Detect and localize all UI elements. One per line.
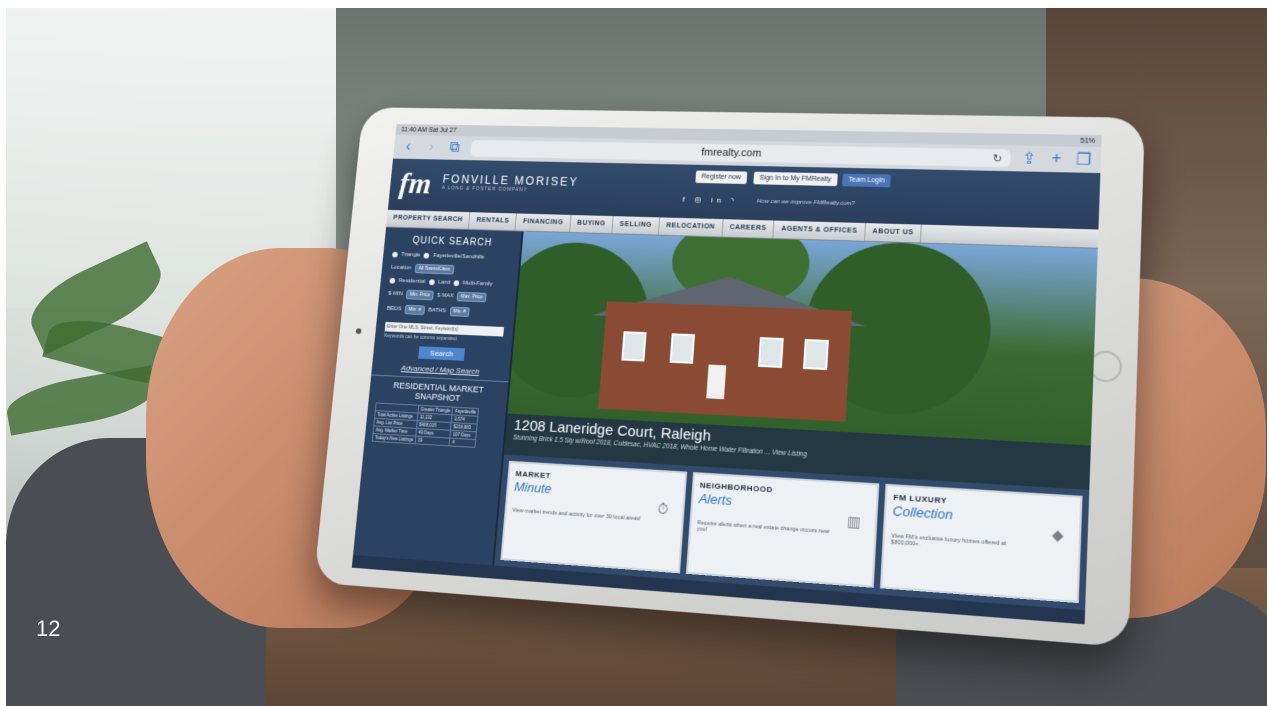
brand-tagline: A LONG & FOSTER COMPANY	[441, 185, 528, 194]
view-listing-link[interactable]: View Listing	[772, 449, 807, 458]
sign-in-button[interactable]: Sign In to My FMRealty	[753, 171, 838, 187]
table-cell: 4	[449, 438, 476, 448]
table-cell: 19	[414, 436, 451, 446]
card-text: Receive alerts when a real estate change…	[696, 520, 830, 536]
menu-about-us[interactable]: ABOUT US	[864, 223, 923, 243]
beds-label: BEDS	[386, 305, 402, 313]
background-photo: 11:40 AM Sat Jul 27 51% ‹ › ⧉ fmrealty.c…	[6, 8, 1267, 706]
diamond-icon: ◆	[1051, 525, 1064, 544]
ipad-device: 11:40 AM Sat Jul 27 51% ‹ › ⧉ fmrealty.c…	[313, 107, 1145, 648]
house-image	[598, 301, 852, 422]
min-price-label: $ MIN	[388, 290, 404, 298]
battery-level: 51%	[1080, 137, 1096, 145]
menu-buying[interactable]: BUYING	[569, 214, 614, 234]
page-number: 12	[36, 616, 61, 641]
radio-triangle[interactable]	[392, 251, 398, 258]
site-logo[interactable]: fm	[398, 166, 433, 201]
chevron-right-icon[interactable]: ›	[424, 139, 440, 156]
menu-careers[interactable]: CAREERS	[722, 219, 775, 239]
market-snapshot-table: Greater Triangle Fayetteville Total Acti…	[372, 402, 479, 448]
book-icon[interactable]: ⧉	[447, 139, 463, 156]
share-icon[interactable]: ⇪	[1021, 149, 1039, 169]
menu-rentals[interactable]: RENTALS	[469, 212, 518, 231]
status-time: 11:40 AM Sat Jul 27	[400, 126, 457, 134]
main-area: 1208 Laneridge Court, Raleigh Stunning B…	[494, 231, 1098, 611]
team-login-button[interactable]: Team Login	[842, 173, 892, 188]
chevron-left-icon[interactable]: ‹	[400, 139, 416, 156]
url-text: fmrealty.com	[700, 146, 762, 160]
house-window	[802, 338, 829, 371]
type-multi-family: Multi-Family	[462, 280, 493, 288]
card-text: View market trends and activity for over…	[512, 507, 641, 523]
radio-residential[interactable]	[389, 277, 396, 284]
menu-relocation[interactable]: RELOCATION	[658, 217, 724, 237]
featured-listing-hero[interactable]: 1208 Laneridge Court, Raleigh Stunning B…	[503, 231, 1098, 490]
house-window	[621, 331, 647, 362]
buildings-icon: ▥	[846, 512, 862, 531]
register-button[interactable]: Register now	[695, 170, 748, 185]
table-cell: Today's New Listings	[372, 433, 416, 444]
menu-property-search[interactable]: PROPERTY SEARCH	[386, 209, 471, 229]
tabs-icon[interactable]: ❐	[1075, 150, 1093, 170]
plus-icon[interactable]: +	[1048, 150, 1066, 168]
radio-multi-family[interactable]	[453, 280, 460, 287]
ipad-screen: 11:40 AM Sat Jul 27 51% ‹ › ⧉ fmrealty.c…	[351, 124, 1102, 625]
house-window	[669, 333, 696, 364]
type-land: Land	[437, 279, 451, 286]
max-price-select[interactable]: Max. Price	[456, 291, 487, 303]
card-market-minute[interactable]: MARKET Minute ⏱ View market trends and a…	[500, 460, 687, 574]
plant-leaf	[6, 365, 159, 436]
min-price-select[interactable]: Min. Price	[405, 289, 435, 301]
stopwatch-icon: ⏱	[656, 500, 669, 518]
max-price-label: $ MAX	[436, 292, 454, 300]
house-door	[706, 364, 727, 400]
menu-selling[interactable]: SELLING	[612, 216, 661, 235]
type-residential: Residential	[398, 278, 426, 285]
region-fayetteville: Fayetteville/Sandhills	[432, 253, 485, 261]
card-text: View FM's exclusive luxury homes offered…	[890, 533, 1007, 548]
menu-financing[interactable]: FINANCING	[515, 213, 572, 232]
card-fm-luxury[interactable]: FM LUXURY Collection ◆ View FM's exclusi…	[880, 483, 1083, 604]
location-select[interactable]: All Towns/Cities	[414, 263, 455, 275]
baths-select[interactable]: Min. #	[449, 306, 470, 317]
radio-fayetteville[interactable]	[423, 252, 430, 259]
radio-land[interactable]	[428, 279, 435, 286]
house-window	[757, 337, 784, 368]
card-neighborhood-alerts[interactable]: NEIGHBORHOOD Alerts ▥ Receive alerts whe…	[685, 472, 880, 588]
page-content: QUICK SEARCH Triangle Fayetteville/Sandh…	[353, 227, 1098, 611]
improve-link[interactable]: How can we improve FMRealty.com?	[757, 199, 855, 207]
reload-icon[interactable]: ↻	[992, 152, 1002, 165]
social-icons[interactable]: f ◎ in ◝	[682, 195, 738, 205]
region-triangle: Triangle	[400, 252, 421, 259]
camera-icon	[355, 328, 362, 335]
beds-select[interactable]: Min. #	[404, 304, 426, 316]
menu-agents-offices[interactable]: AGENTS & OFFICES	[773, 220, 866, 241]
baths-label: BATHS	[428, 307, 447, 315]
location-label: Location	[390, 264, 412, 272]
search-button[interactable]: Search	[418, 346, 466, 361]
